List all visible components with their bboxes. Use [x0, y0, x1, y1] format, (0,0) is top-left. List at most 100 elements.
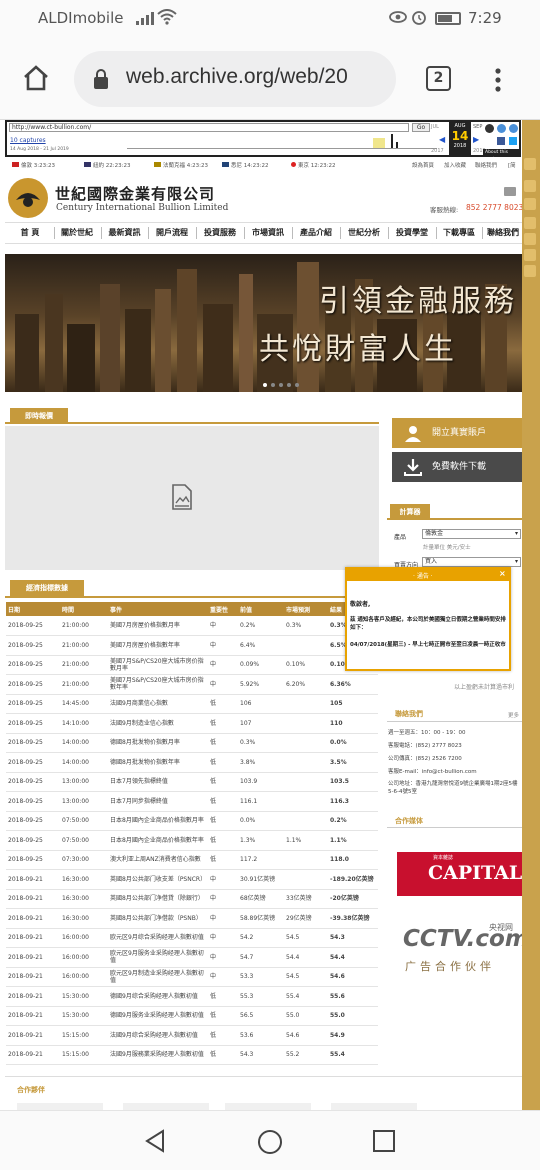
help-icon[interactable]: [524, 265, 536, 277]
help-icon[interactable]: [497, 124, 506, 133]
address-bar[interactable]: web.archive.org/web/20: [74, 51, 396, 107]
menu-home[interactable]: 首 頁: [10, 222, 50, 244]
direction-select[interactable]: 買入 ▾: [422, 557, 521, 567]
captures-link[interactable]: 10 captures: [10, 137, 46, 144]
table-cell: 16:00:00: [60, 947, 108, 968]
table-cell: 日本7月同步指標終值: [108, 791, 208, 812]
carousel-dot[interactable]: [279, 383, 283, 387]
menu-analysis[interactable]: 世紀分析: [342, 222, 386, 244]
table-cell: 中: [208, 869, 238, 890]
notice-close-button[interactable]: ×: [499, 569, 506, 578]
facebook-icon[interactable]: [497, 137, 505, 145]
table-cell: 105: [328, 694, 378, 714]
table-cell: 2018-09-25: [6, 811, 60, 831]
menu-downloads[interactable]: 下載專區: [438, 222, 480, 244]
wayback-url-input[interactable]: http://www.ct-bullion.com/: [9, 123, 409, 132]
table-cell: 0.2%: [328, 811, 378, 831]
wifi-icon: [157, 9, 177, 29]
year-prev[interactable]: 2017: [431, 148, 444, 154]
carousel-dot[interactable]: [271, 383, 275, 387]
company-logo[interactable]: [8, 178, 48, 218]
cctv-logo[interactable]: CCTV.com 央视网 广告合作伙伴: [397, 918, 529, 978]
wayback-go-button[interactable]: Go: [412, 123, 430, 132]
table-cell: 103.9: [238, 772, 284, 792]
table-cell: 16:30:00: [60, 908, 108, 929]
menu-academy[interactable]: 投資學堂: [390, 222, 434, 244]
table-cell: 法國9月制造业信心指數: [108, 713, 208, 734]
link-contact[interactable]: 聯絡我們: [475, 161, 497, 169]
table-row: 2018-09-21 15:15:00 法國9月服務業采购经理人指數初值低 54.3 5…: [6, 1045, 378, 1065]
search-icon[interactable]: [524, 158, 536, 170]
select-arrow-icon: ▾: [514, 558, 518, 565]
partner-logo[interactable]: [225, 1103, 311, 1110]
table-cell: [284, 811, 328, 831]
carousel-dot[interactable]: [295, 383, 299, 387]
month-next[interactable]: SEP: [473, 124, 482, 130]
wayback-logo-icon[interactable]: [485, 124, 494, 133]
tab-switcher-button[interactable]: 2: [426, 66, 451, 91]
capital-logo[interactable]: 資本雜誌 CAPITAL: [397, 852, 522, 896]
table-row: 2018-09-25 21:00:00 美國7月房屋价格指數年率中 6.4% 6.5%: [6, 635, 378, 656]
menu-services[interactable]: 投資服務: [198, 222, 242, 244]
menu-market-info[interactable]: 市場資訊: [246, 222, 290, 244]
table-cell: [284, 713, 328, 734]
close-wayback-icon[interactable]: [509, 124, 518, 133]
link-simplified[interactable]: [简: [508, 161, 516, 169]
twitter-icon[interactable]: [509, 137, 517, 145]
contact-hours: 週一至週五：10：00 - 19：00: [388, 730, 466, 736]
web-page: http://www.ct-bullion.com/ Go 10 capture…: [0, 120, 540, 1110]
table-cell: 美國7月S&P/CS20座大城市房价指數月率: [108, 655, 208, 675]
chat-icon[interactable]: [524, 249, 536, 261]
quote-tab[interactable]: 即時報價: [10, 408, 68, 424]
table-cell: 07:50:00: [60, 830, 108, 851]
cctv-cn: 央视网: [489, 923, 513, 932]
lock-icon: [92, 68, 110, 94]
recents-icon[interactable]: [373, 1130, 395, 1156]
download-icon[interactable]: [524, 198, 536, 210]
carousel-dot[interactable]: [263, 383, 267, 387]
next-capture-icon[interactable]: ▶: [473, 135, 479, 144]
menu-divider: [148, 227, 149, 239]
partner-logo[interactable]: [331, 1103, 417, 1110]
contact-more-link[interactable]: 更多: [508, 711, 519, 719]
partner-logo[interactable]: [17, 1103, 103, 1110]
table-cell: 15:30:00: [60, 1006, 108, 1026]
share-icon[interactable]: [524, 180, 536, 192]
clock-newyork: 紐約 22:23:23: [84, 161, 130, 169]
company-name-cn: 世紀國際金業有限公司: [55, 185, 216, 203]
table-cell: 53.3: [238, 967, 284, 987]
home-nav-icon[interactable]: [257, 1129, 283, 1159]
menu-products[interactable]: 產品介紹: [294, 222, 338, 244]
home-icon[interactable]: [22, 64, 50, 96]
more-menu-icon[interactable]: [494, 67, 502, 97]
link-set-homepage[interactable]: 設為首頁: [412, 161, 434, 169]
print-icon[interactable]: [524, 217, 536, 229]
table-cell: 107: [238, 713, 284, 734]
month-prev[interactable]: JUL: [431, 124, 439, 130]
carousel-dot[interactable]: [287, 383, 291, 387]
partner-logo[interactable]: [123, 1103, 209, 1110]
prev-capture-icon[interactable]: ◀: [439, 135, 445, 144]
user-icon[interactable]: [524, 233, 536, 245]
table-cell: 2018-09-25: [6, 635, 60, 656]
menu-news[interactable]: 最新資訊: [103, 222, 146, 244]
econ-tab[interactable]: 經濟指標數據: [10, 580, 84, 597]
menu-about[interactable]: 關於世紀: [56, 222, 98, 244]
about-capture-link[interactable]: About this capture: [483, 149, 519, 162]
table-cell: 16:30:00: [60, 869, 108, 890]
table-row: 2018-09-25 14:00:00 德國8月批发物价指數年率低 3.8% 3.5%: [6, 752, 378, 773]
table-cell: 13:00:00: [60, 791, 108, 812]
hero-banner[interactable]: 引領金融服務 共悅財富人生: [5, 254, 522, 392]
download-software-button[interactable]: 免費軟件下載: [392, 452, 522, 482]
table-cell: 中: [208, 655, 238, 675]
banner-line2: 共悅財富人生: [259, 332, 457, 367]
product-select[interactable]: 倫敦金 ▾: [422, 529, 521, 539]
table-row: 2018-09-25 14:00:00 德國8月批发物价指數月率低 0.3% 0.0%: [6, 733, 378, 753]
language-icon[interactable]: [504, 187, 516, 196]
quote-frame: [5, 426, 379, 570]
open-account-button[interactable]: 開立真實賬戶: [392, 418, 522, 448]
menu-account-process[interactable]: 開戶流程: [150, 222, 194, 244]
link-bookmark[interactable]: 加入收藏: [444, 161, 466, 169]
menu-contact[interactable]: 聯絡我們: [484, 222, 522, 244]
back-icon[interactable]: [143, 1129, 167, 1157]
